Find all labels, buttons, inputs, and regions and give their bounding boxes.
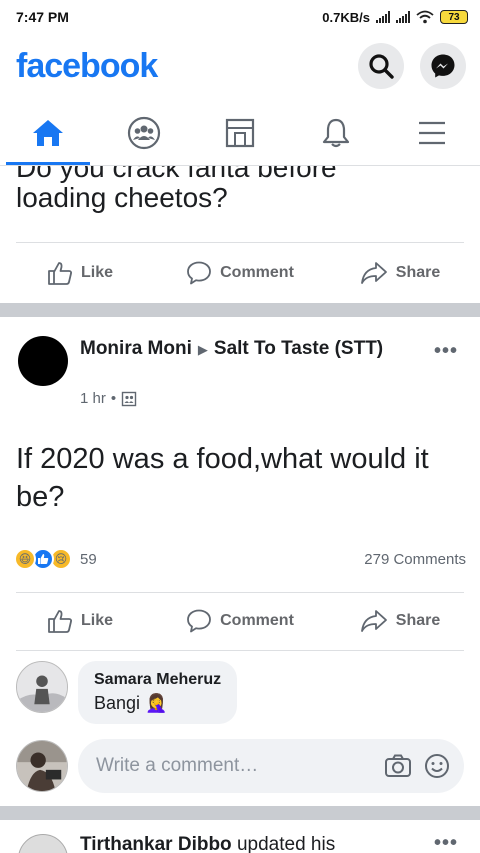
comments-count[interactable]: 279 Comments: [364, 551, 466, 568]
comment-label: Comment: [220, 612, 294, 629]
reactions-row: 😆 😢 59 279 Comments: [14, 548, 466, 570]
author-name[interactable]: Tirthankar Dibbo: [80, 834, 232, 853]
thumbs-up-icon: [48, 262, 72, 285]
camera-icon[interactable]: [384, 753, 412, 779]
haha-reaction-icon: 😆: [14, 548, 36, 570]
like-label: Like: [80, 612, 113, 629]
post-author-line: Monira Moni ▶ Salt To Taste (STT): [80, 336, 400, 362]
feed-separator: [0, 303, 480, 317]
feed-separator: [0, 806, 480, 820]
arrow-icon: ▶: [197, 342, 208, 357]
share-label: Share: [395, 612, 441, 629]
thumbs-up-icon: [48, 610, 72, 633]
post2-actions: Like Comment Share: [0, 592, 480, 650]
tab-menu[interactable]: [384, 100, 480, 165]
post-text: loading cheetos?: [16, 182, 228, 213]
share-label: Share: [395, 264, 441, 281]
home-icon: [33, 119, 63, 146]
facebook-logo[interactable]: facebook: [16, 47, 158, 86]
marketplace-icon: [225, 118, 255, 147]
battery-icon: 73: [440, 10, 468, 24]
share-icon: [360, 262, 387, 284]
comment-icon: [187, 261, 212, 285]
like-button[interactable]: Like: [0, 260, 160, 286]
tab-marketplace[interactable]: [192, 100, 288, 165]
reaction-summary[interactable]: 😆 😢 59: [14, 548, 97, 570]
my-avatar[interactable]: [16, 740, 68, 792]
network-speed: 0.7KB/s: [322, 9, 370, 25]
search-icon: [369, 54, 394, 79]
post-next: Tirthankar Dibbo updated his •••: [0, 820, 480, 853]
divider: [16, 242, 464, 243]
user-photo-icon: [17, 662, 67, 712]
comment-item: Samara Meheruz Bangi 🤦‍♀️: [16, 661, 238, 724]
signal-icon-2: [396, 11, 410, 23]
commenter-name[interactable]: Samara Meheruz: [94, 671, 221, 689]
messenger-button[interactable]: [420, 43, 466, 89]
avatar[interactable]: [18, 336, 68, 386]
group-name[interactable]: Salt To Taste (STT): [214, 338, 383, 359]
tab-home[interactable]: [0, 100, 96, 165]
tab-groups[interactable]: [96, 100, 192, 165]
write-comment-row: Write a comment…: [16, 739, 464, 793]
facepalm-emoji: 🤦‍♀️: [145, 693, 168, 713]
search-button[interactable]: [358, 43, 404, 89]
status-bar: 7:47 PM 0.7KB/s 73: [0, 0, 480, 34]
comment-text: Bangi: [94, 693, 141, 713]
tab-notifications[interactable]: [288, 100, 384, 165]
menu-icon: [419, 121, 445, 144]
author-name[interactable]: Monira Moni: [80, 338, 192, 359]
comment-button[interactable]: Comment: [160, 260, 320, 286]
messenger-icon: [431, 54, 455, 78]
wifi-icon: [416, 10, 434, 24]
groups-icon: [127, 116, 161, 149]
app-header: facebook: [0, 34, 480, 98]
tab-bar: [0, 100, 480, 166]
avatar[interactable]: [18, 834, 68, 853]
more-options-icon[interactable]: •••: [434, 340, 458, 363]
user-photo-icon: [17, 741, 67, 791]
like-label: Like: [80, 264, 113, 281]
reaction-count: 59: [80, 550, 97, 568]
share-button[interactable]: Share: [320, 260, 480, 286]
post1-actions: Like Comment Share: [0, 244, 480, 302]
group-privacy-icon: [121, 391, 137, 406]
share-icon: [360, 610, 387, 632]
comment-button[interactable]: Comment: [160, 608, 320, 634]
signal-icon: [376, 11, 390, 23]
comment-placeholder: Write a comment…: [96, 755, 259, 776]
divider: [16, 650, 464, 651]
post-text: If 2020 was a food,what would it be?: [16, 443, 429, 513]
post-action-text: updated his: [236, 834, 336, 853]
like-button[interactable]: Like: [0, 608, 160, 634]
more-options-icon[interactable]: •••: [434, 832, 458, 853]
comment-bubble[interactable]: Samara Meheruz Bangi 🤦‍♀️: [78, 661, 238, 724]
post-meta: 1 hr •: [80, 390, 137, 407]
comment-input[interactable]: Write a comment…: [78, 739, 464, 793]
share-button[interactable]: Share: [320, 608, 480, 634]
post-time[interactable]: 1 hr: [80, 390, 106, 407]
comment-label: Comment: [220, 264, 294, 281]
bell-icon: [322, 118, 350, 147]
commenter-avatar[interactable]: [16, 661, 68, 713]
comment-icon: [187, 609, 212, 633]
status-time: 7:47 PM: [16, 9, 69, 25]
emoji-icon[interactable]: [424, 753, 450, 779]
